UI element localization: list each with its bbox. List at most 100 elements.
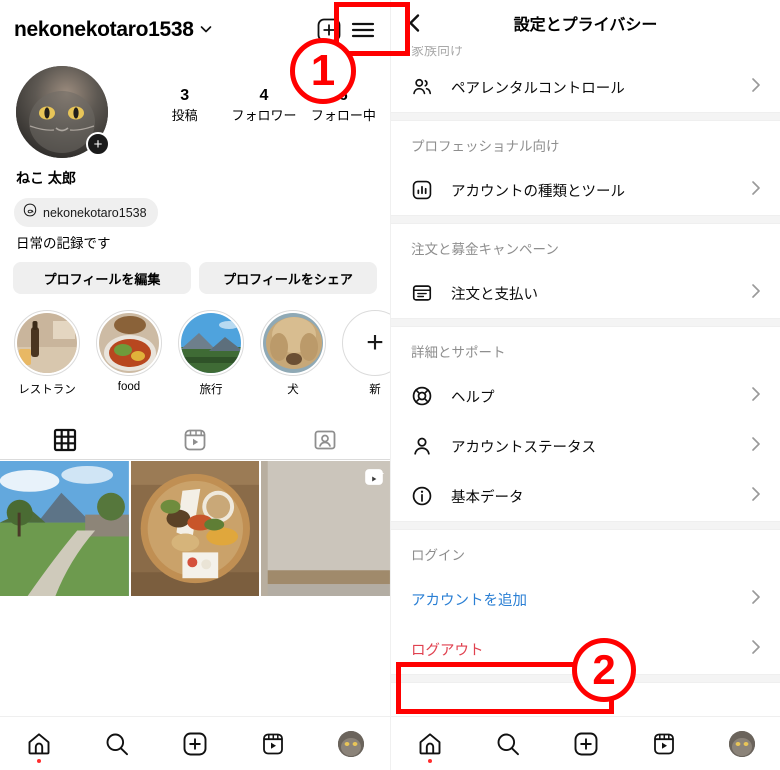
nav-profile[interactable]: [717, 724, 767, 764]
reels-icon: [654, 733, 674, 754]
stat-following-label: フォロー中: [310, 108, 376, 123]
threads-handle: nekonekotaro1538: [43, 205, 147, 220]
dual-phone-screenshot: nekonekotaro1538 + 3 投稿 4 フォロワー 6 フォロー中 …: [0, 0, 780, 770]
profile-action-buttons: プロフィールを編集 プロフィールをシェア: [13, 262, 377, 294]
settings-row-label: ログアウト: [411, 642, 484, 659]
settings-row-add-account[interactable]: アカウントを追加: [391, 574, 780, 624]
tab-reels[interactable]: [130, 420, 260, 459]
section-divider: [391, 521, 780, 530]
settings-group-title: 注文と募金キャンペーン: [411, 242, 559, 257]
nav-search[interactable]: [92, 724, 142, 764]
settings-row-basic-data[interactable]: 基本データ: [391, 471, 780, 521]
profile-header: nekonekotaro1538: [0, 0, 390, 52]
stat-posts-label: 投稿: [171, 108, 198, 123]
highlight-item-new[interactable]: + 新: [342, 310, 390, 397]
stat-following[interactable]: 6 フォロー中: [304, 86, 383, 126]
highlight-thumb: [96, 310, 162, 376]
settings-row-label: ペアレンタルコントロール: [451, 80, 625, 97]
bottom-navigation-right: [391, 716, 780, 770]
profile-stats: 3 投稿 4 フォロワー 6 フォロー中: [145, 86, 383, 126]
nav-home[interactable]: [14, 724, 64, 764]
settings-row-label: ヘルプ: [451, 389, 495, 406]
avatar[interactable]: +: [16, 66, 110, 158]
settings-row-orders-payments[interactable]: 注文と支払い: [391, 268, 780, 318]
add-story-button[interactable]: +: [86, 132, 110, 156]
settings-privacy-panel: 設定とプライバシー 家族向け ペアレンタルコントロール プロフェッショナル向け …: [390, 0, 780, 770]
settings-row-parental-controls[interactable]: ペアレンタルコントロール: [391, 62, 780, 112]
bottom-navigation-left: [0, 716, 390, 770]
settings-list[interactable]: 家族向け ペアレンタルコントロール プロフェッショナル向け アカウントの種類とツ…: [391, 46, 780, 683]
profile-tabs: [0, 420, 390, 460]
stat-posts[interactable]: 3 投稿: [145, 86, 224, 126]
settings-row-account-type-tools[interactable]: アカウントの種類とツール: [391, 165, 780, 215]
settings-group-title: ログイン: [411, 548, 465, 563]
highlight-label: food: [117, 381, 141, 393]
settings-row-label: アカウントを追加: [411, 592, 527, 609]
chevron-right-icon: [749, 485, 763, 508]
lifering-icon: [411, 385, 437, 407]
section-divider: [391, 112, 780, 121]
chevron-right-icon: [749, 282, 763, 305]
highlight-item[interactable]: food: [96, 310, 162, 397]
threads-badge[interactable]: nekonekotaro1538: [14, 198, 158, 227]
nav-create[interactable]: [561, 724, 611, 764]
settings-row-account-status[interactable]: アカウントステータス: [391, 421, 780, 471]
reels-icon: [263, 733, 283, 754]
reel-badge-icon: [364, 467, 384, 492]
highlight-label: レストラン: [18, 384, 76, 396]
hamburger-menu-button[interactable]: [346, 13, 380, 47]
chevron-right-icon: [749, 588, 763, 611]
stat-followers[interactable]: 4 フォロワー: [224, 86, 303, 126]
settings-row-label: アカウントの種類とツール: [451, 183, 625, 200]
nav-home[interactable]: [405, 724, 455, 764]
create-icon: [183, 732, 207, 755]
highlight-new-thumb: +: [342, 310, 390, 376]
highlight-thumb: [178, 310, 244, 376]
highlight-label: 新: [369, 384, 381, 396]
back-button[interactable]: [405, 13, 431, 33]
profile-avatar: [338, 730, 364, 757]
highlight-label: 旅行: [199, 384, 223, 396]
highlight-label: 犬: [287, 384, 299, 396]
search-icon: [106, 733, 128, 755]
story-highlights: レストラン food 旅行 犬 + 新: [0, 310, 390, 397]
settings-group-title: 詳細とサポート: [411, 345, 506, 360]
chevron-right-icon: [749, 76, 763, 99]
instagram-profile-panel: nekonekotaro1538 + 3 投稿 4 フォロワー 6 フォロー中 …: [0, 0, 390, 770]
section-divider: [391, 215, 780, 224]
tagged-person-icon: [314, 430, 336, 449]
section-divider: [391, 674, 780, 683]
chevron-left-icon: [409, 14, 420, 32]
post-thumbnail[interactable]: [261, 461, 390, 597]
highlight-item[interactable]: レストラン: [14, 310, 80, 397]
nav-create[interactable]: [170, 724, 220, 764]
home-active-dot: [428, 758, 432, 763]
tab-tagged[interactable]: [260, 420, 390, 459]
nav-reels[interactable]: [248, 724, 298, 764]
home-icon: [419, 732, 441, 754]
new-post-icon[interactable]: [312, 13, 346, 47]
settings-group-title: プロフェッショナル向け: [411, 139, 560, 154]
post-thumbnail[interactable]: [0, 461, 129, 597]
post-thumbnail[interactable]: [130, 461, 260, 597]
share-profile-button[interactable]: プロフィールをシェア: [199, 262, 377, 294]
chevron-right-icon: [749, 638, 763, 661]
settings-row-help[interactable]: ヘルプ: [391, 371, 780, 421]
highlight-item[interactable]: 旅行: [178, 310, 244, 397]
tab-grid[interactable]: [0, 420, 130, 459]
edit-profile-button[interactable]: プロフィールを編集: [13, 262, 191, 294]
threads-icon: [23, 203, 37, 222]
people-icon: [411, 76, 437, 98]
chevron-right-icon: [749, 179, 763, 202]
nav-reels[interactable]: [639, 724, 689, 764]
nav-profile[interactable]: [326, 724, 376, 764]
nav-search[interactable]: [483, 724, 533, 764]
chevron-right-icon: [749, 435, 763, 458]
section-divider: [391, 318, 780, 327]
page-title: nekonekotaro1538: [14, 18, 194, 41]
settings-row-label: 基本データ: [451, 489, 524, 506]
chevron-down-icon[interactable]: [199, 22, 213, 39]
highlight-item[interactable]: 犬: [260, 310, 326, 397]
logout-row[interactable]: ログアウト: [391, 624, 780, 674]
person-icon: [411, 435, 437, 457]
